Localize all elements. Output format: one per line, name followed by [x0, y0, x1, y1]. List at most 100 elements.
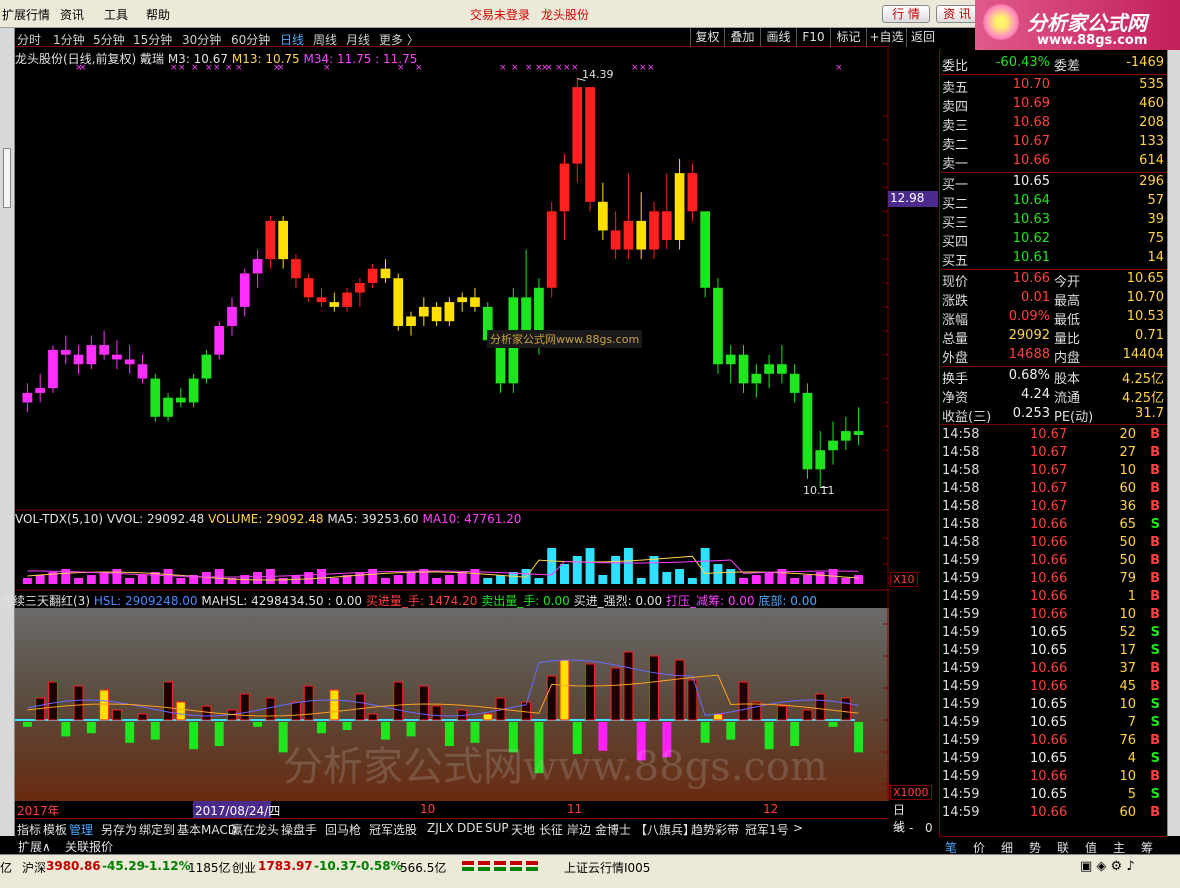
menu-news[interactable]: 资讯 — [60, 6, 84, 23]
candle-body — [175, 397, 186, 403]
candle-body — [802, 392, 813, 470]
news-button[interactable]: 资 讯 — [936, 5, 978, 23]
tick-volume: 27 — [1119, 445, 1136, 460]
tick-direction: B — [1150, 553, 1160, 568]
draw-button[interactable]: 画线 — [760, 28, 796, 47]
period-15min[interactable]: 15分钟 — [133, 31, 172, 48]
tick-time: 14:59 — [942, 661, 980, 676]
expand-button[interactable]: 扩展∧ — [18, 838, 51, 855]
candle-body — [559, 163, 570, 212]
tick-row: 14:58 10.67 60 B — [940, 481, 1168, 499]
tick-direction: B — [1150, 481, 1160, 496]
tick-price: 10.65 — [1030, 787, 1068, 802]
stat-value: 14688 — [1008, 347, 1050, 362]
fuquan-button[interactable]: 复权 — [690, 28, 724, 47]
candle-body — [546, 211, 557, 288]
stat-value2: 14404 — [1122, 347, 1164, 362]
cy-index-name[interactable]: 创业 — [232, 859, 256, 876]
stock-link[interactable]: 龙头股份 — [541, 6, 589, 23]
mark-button[interactable]: 标记 — [830, 28, 866, 47]
period-1min[interactable]: 1分钟 — [53, 31, 85, 48]
period-30min[interactable]: 30分钟 — [182, 31, 221, 48]
tick-volume: 50 — [1119, 535, 1136, 550]
volume-bar — [483, 578, 493, 584]
back-button[interactable]: 返回 — [906, 28, 939, 47]
tick-volume: 50 — [1119, 553, 1136, 568]
status-icons[interactable]: ▣ ◈ ⚙ ♪ — [1080, 859, 1135, 874]
left-scroll-strip[interactable] — [0, 28, 15, 836]
volume-bar — [432, 578, 442, 584]
candle-body — [840, 431, 851, 441]
tick-time: 14:59 — [942, 715, 980, 730]
tick-price: 10.65 — [1030, 643, 1068, 658]
bid-volume: 39 — [1147, 212, 1164, 227]
tick-direction: B — [1150, 607, 1160, 622]
indicator-bar-down — [854, 722, 864, 753]
candle-body — [329, 302, 340, 307]
stat-label: 外盘 — [942, 351, 969, 366]
volume-bar — [611, 556, 621, 584]
period-weekly[interactable]: 周线 — [313, 31, 337, 48]
candle-body — [393, 278, 404, 326]
right-scrollbar[interactable] — [1167, 50, 1180, 836]
candle-body — [291, 259, 301, 279]
indicator-tab[interactable]: SUP — [485, 821, 509, 835]
indicator-tab[interactable]: DDE — [457, 821, 483, 835]
period-monthly[interactable]: 月线 — [346, 31, 370, 48]
bid-price: 10.61 — [1012, 250, 1050, 265]
related-quote-button[interactable]: 关联报价 — [65, 838, 113, 855]
candle-body — [585, 87, 595, 202]
indicator-bar-up — [111, 709, 122, 721]
candle-body — [239, 273, 250, 307]
tick-price: 10.66 — [1030, 535, 1068, 550]
tick-direction: B — [1150, 769, 1160, 784]
fin-row: 净资 4.24 流通 4.25亿 — [940, 387, 1168, 406]
indicator-bar-up — [239, 693, 250, 721]
zoom-out-button[interactable]: - — [909, 821, 913, 835]
indicator-bar-up — [751, 701, 762, 721]
candle-body — [112, 354, 122, 360]
bid-row: 买二 10.64 57 — [940, 193, 1168, 212]
weicha-label: 委差 — [1054, 59, 1081, 74]
period-more[interactable]: 更多 〉 — [379, 31, 419, 48]
candle-body — [188, 378, 199, 403]
weicha-value: -1469 — [1126, 55, 1164, 70]
indicator-tab[interactable]: ZJLX — [427, 821, 454, 835]
bid-price: 10.64 — [1012, 193, 1050, 208]
ask-row: 卖一 10.66 614 — [940, 153, 1168, 172]
period-5min[interactable]: 5分钟 — [93, 31, 125, 48]
period-fenshi[interactable]: 分时 — [17, 31, 41, 48]
menu-tools[interactable]: 工具 — [104, 6, 128, 23]
indicator-bar-down — [189, 722, 199, 750]
add-favorite-button[interactable]: +自选 — [866, 28, 906, 47]
left-scroll-thumb[interactable] — [3, 148, 11, 208]
login-status[interactable]: 交易未登录 — [470, 6, 530, 23]
signal-marker: × — [647, 63, 655, 73]
overlay-button[interactable]: 叠加 — [724, 28, 760, 47]
indicator-bar-up — [623, 651, 634, 721]
ma34-label: M34: 11.75 : 11.75 — [303, 52, 418, 66]
f10-button[interactable]: F10 — [796, 28, 830, 47]
indicator-tab[interactable]: > — [793, 821, 803, 835]
chart-area[interactable]: 14.0013.7513.5013.2513.0012.7512.5012.25… — [1, 28, 938, 836]
tick-volume: 76 — [1119, 733, 1136, 748]
cy-index-change: -10.37 — [314, 859, 357, 873]
volume-bar — [598, 575, 608, 584]
tick-row: 14:59 10.66 1 B — [940, 589, 1168, 607]
bid-row: 买一 10.65 296 — [940, 174, 1168, 193]
tick-row: 14:59 10.66 45 B — [940, 679, 1168, 697]
period-60min[interactable]: 60分钟 — [231, 31, 270, 48]
zoom-reset-button[interactable]: 0 — [925, 821, 933, 835]
ind-strong: 买进_强烈: 0.00 — [573, 594, 663, 608]
stat-label2: 最高 — [1054, 294, 1081, 309]
signal-marker: × — [525, 63, 533, 73]
menu-help[interactable]: 帮助 — [146, 6, 170, 23]
bid-price: 10.63 — [1012, 212, 1050, 227]
volume-bar — [355, 572, 365, 584]
sh-index-name[interactable]: 沪深 — [22, 859, 46, 876]
tick-row: 14:58 10.67 27 B — [940, 445, 1168, 463]
period-daily[interactable]: 日线 — [280, 31, 304, 48]
quote-button[interactable]: 行 情 — [882, 5, 930, 23]
menu-ext-quote[interactable]: 扩展行情 — [2, 6, 50, 23]
status-bar: 亿 沪深 3980.86 -45.29 -1.12% 1185亿 创业 1783… — [0, 854, 1180, 888]
